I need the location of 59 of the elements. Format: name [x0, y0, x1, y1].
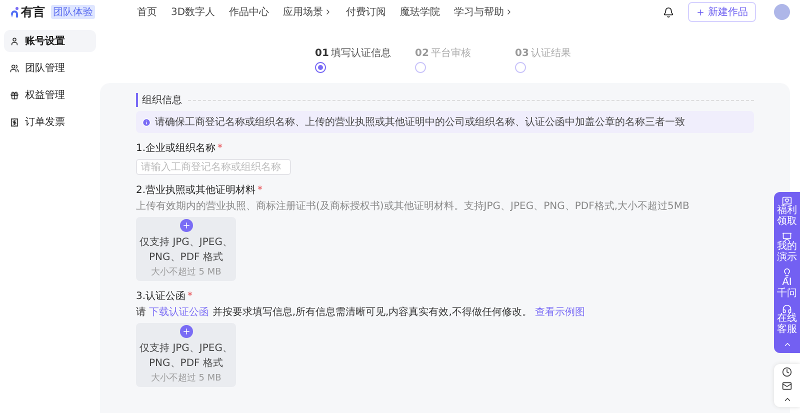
- upload-text: 仅支持 JPG、JPEG、: [140, 342, 232, 355]
- sidebar-item[interactable]: 订单发票: [4, 111, 96, 133]
- field-label: 1.企业或组织名称 *: [136, 142, 224, 155]
- field-label: 3.认证公函 *: [136, 290, 194, 303]
- menu-icon: [10, 118, 19, 126]
- notice-text: 请确保工商登记名称或组织名称、上传的营业执照或其他证明中的公司或组织名称、认证公函中加盖公章的名称三者一致: [155, 116, 685, 129]
- notification-icon[interactable]: [663, 6, 674, 18]
- tool-icon: [782, 304, 792, 314]
- hint-link[interactable]: 查看示例图: [535, 307, 586, 318]
- info-icon: [142, 118, 151, 126]
- add-icon: [180, 219, 192, 232]
- sidebar-item[interactable]: 团队管理: [4, 57, 96, 79]
- tool-icon: [782, 268, 792, 278]
- upload-size-text: 大小不超过 5 MB: [150, 266, 222, 278]
- nav-link[interactable]: 魔珐学院: [400, 5, 440, 19]
- nav-link[interactable]: 应用场景: [283, 5, 332, 19]
- field-hint: 上传有效期内的营业执照、商标注册证书(及商标授权书)或其他证明材料。支持JPG、JPEG、PNG、PDF格式,大小不超过5MB: [136, 201, 690, 213]
- sidebar-item[interactable]: 账号设置: [4, 30, 96, 52]
- section-title: 组织信息: [136, 93, 182, 107]
- nav-link[interactable]: 学习与帮助: [454, 5, 514, 19]
- step-number: 02: [415, 48, 429, 59]
- input-field[interactable]: 请输入工商登记名称或组织名称: [136, 159, 291, 175]
- menu-icon: [10, 36, 19, 46]
- nav-link[interactable]: 首页: [137, 5, 157, 19]
- upload-text: 仅支持 JPG、JPEG、: [140, 236, 232, 249]
- field-hint: 请 下载认证公函 并按要求填写信息,所有信息需清晰可见,内容真实有效,不得做任何修改。 查看示例图: [136, 307, 586, 319]
- menu-icon: [10, 64, 19, 72]
- clock-icon[interactable]: [782, 367, 792, 377]
- tool-icon: [782, 232, 792, 242]
- logo-icon: [10, 6, 19, 18]
- step-number: 03: [515, 48, 529, 59]
- plan-badge: 团队体验: [51, 5, 95, 19]
- upload-size-text: 大小不超过 5 MB: [150, 372, 222, 384]
- step-label: 认证结果: [530, 46, 571, 60]
- plus-icon: [696, 8, 705, 16]
- nav-link[interactable]: 作品中心: [229, 5, 270, 19]
- hint-link[interactable]: 下载认证公函: [149, 307, 210, 318]
- add-icon: [180, 325, 192, 338]
- sidebar-item[interactable]: 权益管理: [4, 84, 96, 106]
- logo[interactable]: 有言: [10, 4, 45, 20]
- float-tool[interactable]: AI 千问: [776, 268, 798, 299]
- upload-text: PNG、PDF 格式: [149, 250, 223, 264]
- field-label: 2.营业执照或其他证明材料 *: [136, 184, 264, 197]
- step-label: 平台审核: [430, 46, 471, 60]
- upload-text: PNG、PDF 格式: [149, 356, 223, 370]
- float-tool[interactable]: 福利领取: [776, 196, 798, 227]
- upload-area[interactable]: 仅支持 JPG、JPEG、 PNG、PDF 格式 大小不超过 5 MB: [136, 323, 236, 387]
- float-tool[interactable]: 我的演示: [776, 232, 798, 263]
- new-work-button[interactable]: 新建作品: [688, 2, 756, 22]
- mail-icon[interactable]: [782, 381, 792, 391]
- step-label: 填写认证信息: [330, 46, 391, 60]
- step-number: 01: [315, 48, 329, 59]
- nav-link[interactable]: 3D数字人: [171, 5, 216, 19]
- tool-icon: [782, 196, 792, 206]
- menu-icon: [10, 90, 19, 100]
- upload-area[interactable]: 仅支持 JPG、JPEG、 PNG、PDF 格式 大小不超过 5 MB: [136, 217, 236, 281]
- float-tool[interactable]: 在线客服: [776, 304, 798, 335]
- nav-link[interactable]: 付费订阅: [346, 5, 386, 19]
- collapse-icon[interactable]: [782, 395, 792, 404]
